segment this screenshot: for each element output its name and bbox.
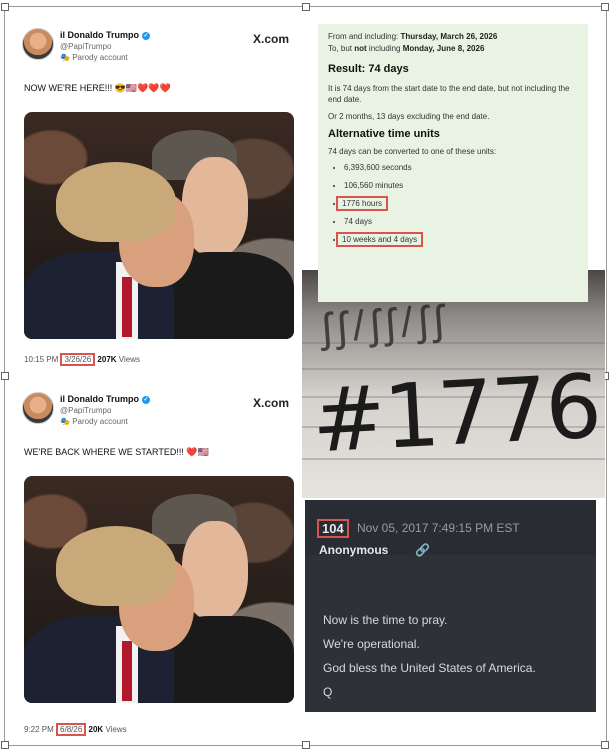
verified-icon: ✓ [142,31,150,40]
alt-units-intro: 74 days can be converted to one of these… [328,147,497,156]
tweet-card: il Donaldo Trumpo ✓ @PapiTrumpo 🎭 Parody … [10,24,295,374]
result-heading: Result: 74 days [328,63,409,75]
user-handle[interactable]: @PapiTrumpo [60,42,111,51]
result-explanation: It is 74 days from the start date to the… [328,84,570,104]
parody-label: 🎭 Parody account [60,53,128,62]
post-message: Now is the time to pray. We're operation… [323,608,536,704]
tweet-date[interactable]: 6/8/26 [56,723,87,736]
handwritten-scrawl: ʃʃ/ʃʃ/ʃʃ [320,295,451,352]
resize-handle[interactable] [1,741,9,749]
unit-days: 74 days [344,217,578,226]
mask-icon: 🎭 [60,53,73,62]
link-icon[interactable]: 🔗 [415,543,430,557]
views-count: 20K [88,725,104,734]
tweet-text: WE'RE BACK WHERE WE STARTED!!! ❤️🇺🇸 [24,447,209,457]
resize-handle[interactable] [302,741,310,749]
message-line: Now is the time to pray. [323,613,448,627]
resize-handle[interactable] [601,3,609,11]
post-number[interactable]: 104 [317,519,349,538]
display-name[interactable]: il Donaldo Trumpo ✓ [60,394,150,404]
handwritten-number: #1776 [309,354,603,473]
tweet-photo[interactable] [24,112,294,339]
result-months: Or 2 months, 13 days excluding the end d… [328,112,490,121]
parody-label: 🎭 Parody account [60,417,128,426]
tweet-time: 10:15 PM [24,355,59,364]
message-line: God bless the United States of America. [323,661,536,675]
post-author: Anonymous [319,543,389,557]
tweet-card: il Donaldo Trumpo ✓ @PapiTrumpo 🎭 Parody … [10,388,295,743]
avatar[interactable] [22,28,54,60]
views-count: 207K [97,355,117,364]
unit-minutes: 106,560 minutes [344,181,578,190]
user-handle[interactable]: @PapiTrumpo [60,406,111,415]
message-line: We're operational. [323,637,420,651]
tweet-time: 9:22 PM [24,725,54,734]
date-calculator-result: From and including: Thursday, March 26, … [318,24,588,302]
tweet-header: il Donaldo Trumpo ✓ @PapiTrumpo 🎭 Parody … [10,24,295,68]
message-line: Q [323,685,333,699]
tweet-date[interactable]: 3/26/26 [60,353,96,366]
tweet-photo[interactable] [24,476,294,703]
site-label: X.com [252,396,289,410]
avatar[interactable] [22,392,54,424]
tweet-header: il Donaldo Trumpo ✓ @PapiTrumpo 🎭 Parody … [10,388,295,432]
display-name[interactable]: il Donaldo Trumpo ✓ [60,30,150,40]
unit-weeks: 10 weeks and 4 days [336,232,578,247]
tweet-meta: 10:15 PM 3/26/26 207K Views [24,353,140,366]
views-label: Views [118,355,140,364]
tweet-text: NOW WE'RE HERE!!! 😎🇺🇸❤️❤️❤️ [24,83,171,93]
to-line: To, but not including Monday, June 8, 20… [328,44,485,53]
alt-units-heading: Alternative time units [328,128,440,140]
q-post: 104 Nov 05, 2017 7:49:15 PM EST Anonymou… [305,500,596,712]
unit-hours: 1776 hours [336,196,578,211]
resize-handle[interactable] [302,3,310,11]
from-line: From and including: Thursday, March 26, … [328,32,498,41]
site-label: X.com [252,32,289,46]
resize-handle[interactable] [1,3,9,11]
post-date: Nov 05, 2017 7:49:15 PM EST [357,521,520,535]
resize-handle[interactable] [1,372,9,380]
units-list: 6,393,600 seconds 106,560 minutes 1776 h… [328,163,578,247]
tweet-meta: 9:22 PM 6/8/26 20K Views [24,723,127,736]
mask-icon: 🎭 [60,417,73,426]
notebook-photo: ʃʃ/ʃʃ/ʃʃ #1776 [302,270,605,498]
unit-seconds: 6,393,600 seconds [344,163,578,172]
verified-icon: ✓ [142,395,150,404]
views-label: Views [105,725,127,734]
resize-handle[interactable] [601,741,609,749]
